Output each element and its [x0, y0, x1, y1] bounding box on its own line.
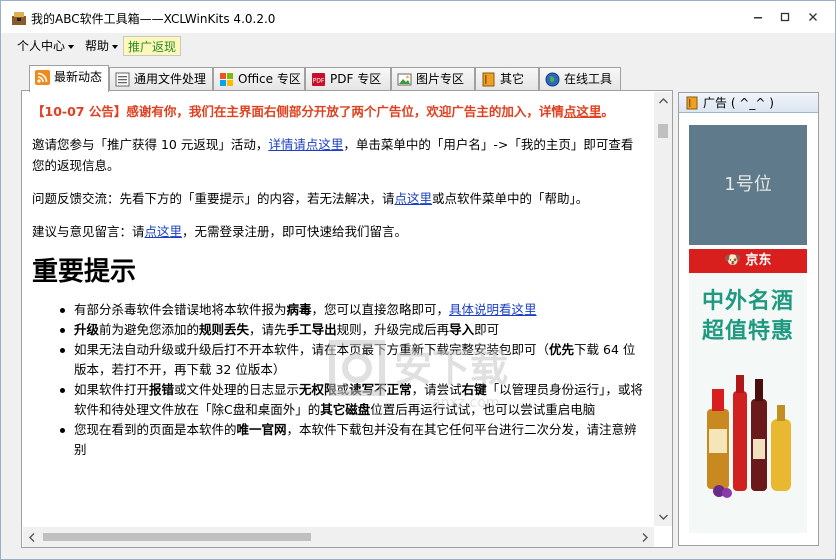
menu-personal-center[interactable]: 个人中心	[13, 36, 78, 56]
toolbox-app-icon	[12, 12, 26, 25]
app-window: 我的ABC软件工具箱——XCLWinKits 4.0.2.0 个人中心 帮助 推…	[0, 0, 836, 560]
tab-other[interactable]: 其它	[475, 67, 539, 91]
file-list-icon	[115, 72, 130, 87]
announcement: 【10-07 公告】感谢有你，我们在主界面右侧部分开放了两个广告位，欢迎广告主的…	[32, 101, 644, 122]
jd-brand-label: 京东	[745, 253, 772, 268]
invite-text: 邀请您参与「推广获得 10 元返现」活动，	[32, 137, 269, 152]
ad-panel: 广告 ( ^_^ ) 1号位 🐶 京东 中外名酒 超值特惠	[678, 92, 819, 546]
feedback-link[interactable]: 点这里	[395, 191, 433, 206]
chevron-up-icon	[658, 98, 668, 104]
feedback-text-tail: 或点软件菜单中的「帮助」。	[432, 191, 589, 206]
suggestion-text-tail: ，无需登录注册，即可快速给我们留言。	[182, 224, 408, 239]
tab-label: PDF 专区	[330, 72, 382, 86]
vertical-scroll-thumb[interactable]	[658, 124, 668, 138]
scroll-left-button[interactable]	[23, 527, 41, 547]
tab-pdf[interactable]: PDF PDF 专区	[305, 67, 391, 91]
horizontal-scrollbar[interactable]	[23, 527, 654, 547]
suggestion-link[interactable]: 点这里	[145, 224, 183, 239]
suggestion-paragraph: 建议与意见留言：请点这里，无需登录注册，即可快速给我们留言。	[32, 221, 644, 242]
announcement-end: 。	[601, 104, 614, 119]
tab-images[interactable]: 图片专区	[391, 67, 475, 91]
menu-promo-cashback[interactable]: 推广返现	[123, 36, 182, 56]
invite-paragraph: 邀请您参与「推广获得 10 元返现」活动，详情请点这里，单击菜单中的「用户名」-…	[32, 134, 644, 176]
list-item: 如果无法自动升级或升级后打不开本软件，请在本页最下方重新下载完整安装包即可（优先…	[60, 340, 644, 380]
minimize-icon	[754, 17, 762, 19]
feedback-paragraph: 问题反馈交流：先看下方的「重要提示」的内容，若无法解决，请点这里或点软件菜单中的…	[32, 188, 644, 209]
important-notes-heading: 重要提示	[32, 257, 137, 287]
scroll-right-button[interactable]	[636, 527, 654, 547]
svg-text:PDF: PDF	[313, 78, 325, 85]
announcement-text: 【10-07 公告】感谢有你，我们在主界面右侧部分开放了两个广告位，欢迎广告主的…	[32, 104, 564, 119]
vertical-scrollbar[interactable]	[654, 92, 672, 526]
jd-brand-bar: 🐶 京东	[689, 249, 807, 273]
maximize-icon	[780, 12, 790, 22]
content-panel: 【10-07 公告】感谢有你，我们在主界面右侧部分开放了两个广告位，欢迎广告主的…	[21, 90, 673, 548]
scroll-down-button[interactable]	[654, 508, 672, 526]
close-button[interactable]	[802, 7, 824, 27]
menu-personal-label: 个人中心	[17, 39, 66, 53]
menu-help-label: 帮助	[85, 39, 110, 53]
jd-dog-icon: 🐶	[724, 253, 741, 268]
maximize-button[interactable]	[774, 7, 796, 27]
book-icon	[686, 96, 698, 110]
ad-panel-header: 广告 ( ^_^ )	[679, 93, 818, 113]
jd-ad-line-1: 中外名酒	[701, 289, 794, 314]
tab-label: 在线工具	[564, 72, 613, 86]
tab-office[interactable]: Office 专区	[213, 67, 305, 91]
pdf-icon: PDF	[312, 73, 325, 86]
announcement-link[interactable]: 点这里	[564, 104, 602, 119]
picture-icon	[397, 73, 412, 86]
title-bar: 我的ABC软件工具箱——XCLWinKits 4.0.2.0	[1, 1, 835, 33]
caret-down-icon	[68, 44, 75, 49]
window-title: 我的ABC软件工具箱——XCLWinKits 4.0.2.0	[31, 12, 276, 26]
windows-logo-icon	[220, 73, 233, 86]
suggestion-text: 建议与意见留言：请	[32, 224, 145, 239]
feedback-text: 问题反馈交流：先看下方的「重要提示」的内容，若无法解决，请	[32, 191, 395, 206]
tab-label: 最新动态	[54, 70, 103, 84]
ad-slot-1[interactable]: 1号位	[689, 125, 807, 245]
tab-label: 其它	[500, 72, 525, 86]
minimize-button[interactable]	[747, 7, 769, 27]
chevron-down-icon	[658, 514, 668, 520]
tab-label: Office 专区	[238, 72, 301, 86]
wine-bottles-image	[707, 375, 791, 498]
news-content: 【10-07 公告】感谢有你，我们在主界面右侧部分开放了两个广告位，欢迎广告主的…	[32, 101, 644, 513]
list-item: 如果软件打开报错或文件处理的日志显示无权限或读写不正常，请尝试右键「以管理员身份…	[60, 380, 644, 420]
chevron-left-icon	[29, 532, 35, 542]
tab-latest-news[interactable]: 最新动态	[29, 65, 109, 92]
jd-ad-line-2: 超值特惠	[701, 319, 794, 344]
tab-online-tools[interactable]: 在线工具	[539, 67, 621, 91]
ad-header-label: 广告 ( ^_^ )	[703, 96, 774, 110]
menu-help[interactable]: 帮助	[81, 36, 122, 56]
important-notes-list: 有部分杀毒软件会错误地将本软件报为病毒，您可以直接忽略即可，具体说明看这里 升级…	[32, 300, 644, 460]
chevron-right-icon	[642, 532, 648, 542]
list-item: 有部分杀毒软件会错误地将本软件报为病毒，您可以直接忽略即可，具体说明看这里	[60, 300, 644, 320]
list-item: 您现在看到的页面是本软件的唯一官网，本软件下载包并没有在其它任何平台进行二次分发…	[60, 420, 644, 460]
jd-wine-ad[interactable]: 🐶 京东 中外名酒 超值特惠	[689, 249, 807, 533]
globe-icon	[545, 72, 560, 87]
rss-icon	[35, 70, 50, 85]
tab-label: 通用文件处理	[134, 72, 207, 86]
book-icon	[482, 72, 495, 87]
tab-general-files[interactable]: 通用文件处理	[109, 67, 213, 91]
close-icon	[809, 13, 817, 21]
invite-details-link[interactable]: 详情请点这里	[268, 137, 343, 152]
virus-explanation-link[interactable]: 具体说明看这里	[449, 302, 537, 317]
tab-label: 图片专区	[416, 72, 465, 86]
menu-bar: 个人中心 帮助 推广返现	[1, 33, 835, 59]
scroll-up-button[interactable]	[654, 92, 672, 110]
caret-down-icon	[112, 44, 119, 49]
horizontal-scroll-thumb[interactable]	[43, 533, 311, 541]
list-item: 升级前为避免您添加的规则丢失，请先手工导出规则，升级完成后再导入即可	[60, 320, 644, 340]
